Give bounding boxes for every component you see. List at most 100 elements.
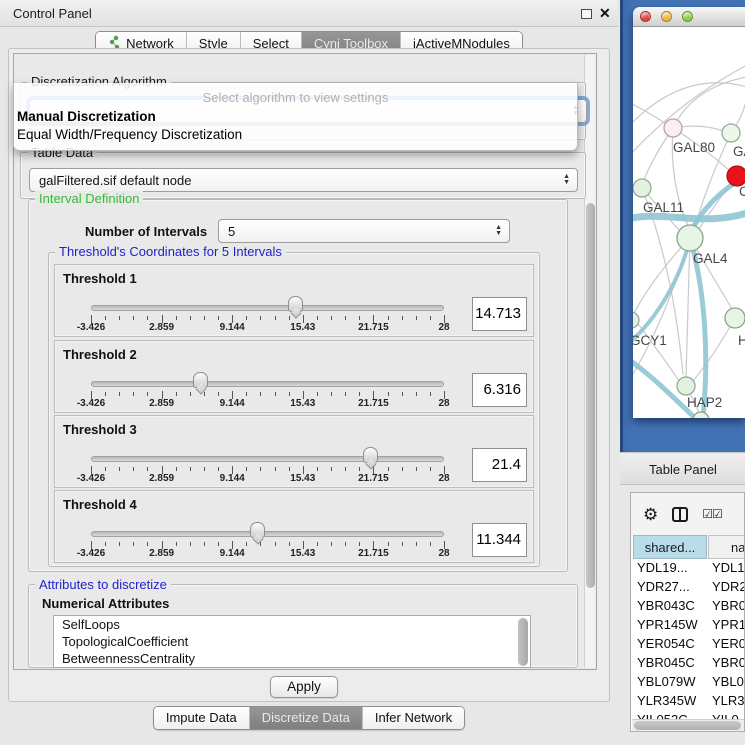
cell-name[interactable]: YBL0 — [712, 673, 745, 692]
cell-name[interactable]: YLR3 — [712, 692, 745, 711]
network-node[interactable] — [633, 312, 639, 328]
cell-shared-name[interactable]: YBR043C — [637, 597, 707, 616]
cell-name[interactable]: YDR2 — [712, 578, 745, 597]
minimize-traffic-light-icon[interactable] — [661, 11, 672, 22]
cell-shared-name[interactable]: YPR145W — [637, 616, 707, 635]
network-node[interactable] — [693, 412, 709, 418]
slider-track[interactable] — [91, 305, 444, 311]
checkbox-icons[interactable]: ☑☑ — [702, 507, 722, 521]
slider-thumb[interactable] — [193, 372, 208, 388]
threshold-value-field[interactable]: 14.713 — [472, 297, 527, 331]
cell-shared-name[interactable]: YDR27... — [637, 578, 707, 597]
number-of-intervals-select[interactable]: 5 ▲▼ — [218, 219, 510, 243]
cell-shared-name[interactable]: YDL19... — [637, 559, 707, 578]
slider-track[interactable] — [91, 531, 444, 537]
slider-tick-labels: -3.4262.8599.14415.4321.71528 — [91, 548, 444, 560]
node-label: HAP2 — [687, 395, 722, 410]
menu-item-equal-width[interactable]: Equal Width/Frequency Discretization — [17, 127, 242, 142]
network-node[interactable] — [725, 308, 745, 328]
numerical-attributes-list[interactable]: SelfLoopsTopologicalCoefficientBetweenne… — [53, 615, 531, 668]
table-row[interactable]: YPR145W YPR1 — [631, 616, 745, 635]
cell-shared-name[interactable]: YBL079W — [637, 673, 707, 692]
split-columns-icon[interactable] — [672, 507, 688, 522]
threshold-value-field[interactable]: 6.316 — [472, 373, 527, 407]
network-node[interactable] — [727, 166, 745, 186]
column-header-shared[interactable]: shared... — [633, 535, 707, 559]
table-row[interactable]: YDL19... YDL1 — [631, 559, 745, 578]
list-scrollbar-thumb[interactable] — [518, 618, 528, 666]
network-canvas[interactable]: GAL80GACGAL11GAL4GCY1HHAP2 — [633, 27, 745, 418]
control-panel-titlebar: Control Panel ✕ — [0, 0, 618, 27]
attribute-list-item[interactable]: SelfLoops — [54, 616, 530, 633]
tab-discretize-data[interactable]: Discretize Data — [250, 707, 363, 729]
attribute-list-item[interactable]: BetweennessCentrality — [54, 650, 530, 667]
scrollbar-thumb[interactable] — [586, 203, 595, 588]
table-row[interactable]: YBR043C YBR0 — [631, 597, 745, 616]
table-horizontal-scrollbar[interactable] — [632, 719, 745, 731]
network-view-window[interactable]: GAL80GACGAL11GAL4GCY1HHAP2 — [633, 7, 745, 418]
network-node[interactable] — [677, 377, 695, 395]
cell-shared-name[interactable]: YBR045C — [637, 654, 707, 673]
network-node[interactable] — [722, 124, 740, 142]
slider-thumb[interactable] — [288, 296, 303, 312]
hscrollbar-thumb[interactable] — [634, 721, 741, 730]
control-panel: Control Panel ✕ NetworkStyleSelectCyni T… — [0, 0, 618, 745]
apply-button[interactable]: Apply — [270, 676, 338, 698]
column-header-name[interactable]: na — [708, 535, 745, 559]
number-of-intervals-value: 5 — [228, 224, 235, 239]
slider-tick-labels: -3.4262.8599.14415.4321.71528 — [91, 322, 444, 334]
tab-infer-network[interactable]: Infer Network — [363, 707, 464, 729]
node-label: GCY1 — [633, 333, 667, 348]
network-node[interactable] — [677, 225, 703, 251]
cell-name[interactable]: YER0 — [712, 635, 745, 654]
network-window-titlebar[interactable] — [633, 7, 745, 27]
table-row[interactable]: YDR27... YDR2 — [631, 578, 745, 597]
node-label: C — [739, 184, 745, 199]
cell-name[interactable]: YPR1 — [712, 616, 745, 635]
threshold-panel-4: Threshold 4-3.4262.8599.14415.4321.71528… — [54, 490, 534, 563]
node-label: H — [738, 333, 745, 348]
node-table: ⚙ ☑☑ shared... na YDL19...YDL1YDR27...YD… — [630, 492, 745, 732]
tab-label: Impute Data — [166, 710, 237, 725]
attribute-list-item[interactable]: TopologicalCoefficient — [54, 633, 530, 650]
close-icon[interactable]: ✕ — [599, 5, 611, 22]
thresholds-group-title: Threshold's Coordinates for 5 Intervals — [55, 244, 286, 259]
slider-thumb[interactable] — [250, 522, 265, 538]
threshold-panel-1: Threshold 1 -3.4262.8599.14415.4321.71528… — [54, 264, 534, 337]
node-label: GAL80 — [673, 140, 715, 155]
tab-impute-data[interactable]: Impute Data — [154, 707, 250, 729]
threshold-panel-3: Threshold 3-3.4262.8599.14415.4321.71528… — [54, 415, 534, 488]
menu-item-manual-discretization[interactable]: Manual Discretization — [17, 109, 156, 124]
attributes-group-title: Attributes to discretize — [35, 577, 171, 592]
algorithm-hint: Select algorithm to view settings — [14, 90, 577, 105]
table-panel-title: Table Panel — [649, 462, 717, 477]
network-node[interactable] — [664, 119, 682, 137]
cell-name[interactable]: YDL1 — [712, 559, 745, 578]
cell-name[interactable]: YBR0 — [712, 597, 745, 616]
stepper-arrows-icon: ▲▼ — [563, 174, 570, 186]
table-rows: YDL19...YDL1YDR27...YDR2YBR043CYBR0YPR14… — [631, 559, 745, 732]
slider-track[interactable] — [91, 381, 444, 387]
table-data-select[interactable]: galFiltered.sif default node ▲▼ — [29, 168, 578, 192]
cell-name[interactable]: YBR0 — [712, 654, 745, 673]
threshold-label: Threshold 1 — [63, 271, 137, 286]
table-panel: ⚙ ☑☑ shared... na YDL19...YDL1YDR27...YD… — [620, 485, 745, 745]
cell-shared-name[interactable]: YER054C — [637, 635, 707, 654]
threshold-value-field[interactable]: 21.4 — [472, 448, 527, 482]
float-icon[interactable] — [581, 9, 592, 19]
cell-shared-name[interactable]: YLR345W — [637, 692, 707, 711]
slider-track[interactable] — [91, 456, 444, 462]
table-row[interactable]: YER054C YER0 — [631, 635, 745, 654]
table-data-value: galFiltered.sif default node — [39, 173, 191, 188]
network-node[interactable] — [633, 179, 651, 197]
table-row[interactable]: YBR045C YBR0 — [631, 654, 745, 673]
table-row[interactable]: YBL079W YBL0 — [631, 673, 745, 692]
zoom-traffic-light-icon[interactable] — [682, 11, 693, 22]
slider-thumb[interactable] — [363, 447, 378, 463]
table-row[interactable]: YLR345W YLR3 — [631, 692, 745, 711]
settings-vertical-scrollbar[interactable] — [584, 55, 595, 668]
gear-icon[interactable]: ⚙ — [643, 506, 658, 523]
threshold-value-field[interactable]: 11.344 — [472, 523, 527, 557]
table-panel-titlebar: Table Panel — [620, 452, 745, 485]
close-traffic-light-icon[interactable] — [640, 11, 651, 22]
